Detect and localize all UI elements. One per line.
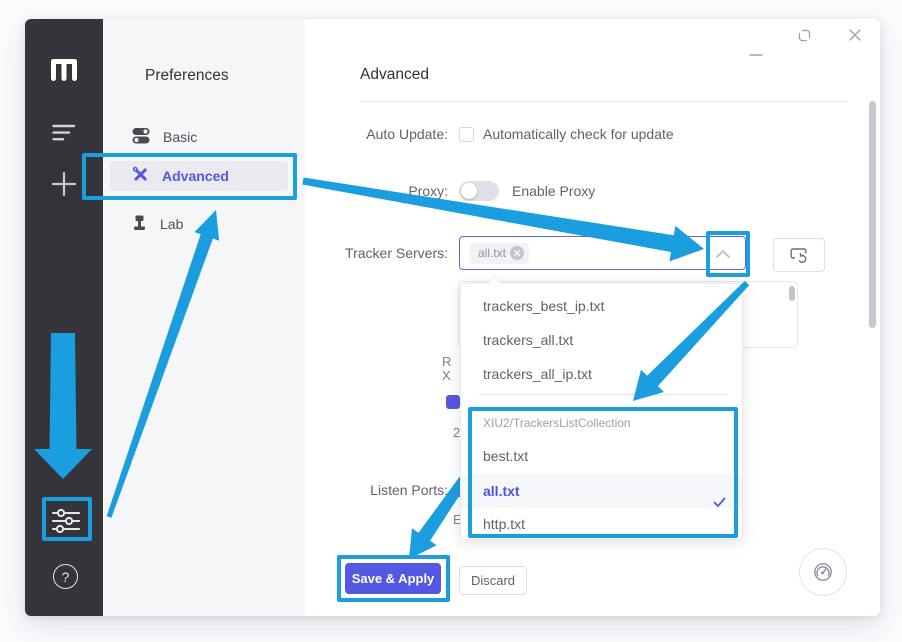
discard-button[interactable]: Discard bbox=[459, 566, 527, 595]
tools-icon bbox=[132, 166, 149, 186]
preferences-title: Preferences bbox=[145, 67, 229, 85]
toggles-icon bbox=[132, 127, 150, 147]
save-apply-button[interactable]: Save & Apply bbox=[345, 563, 441, 594]
motrix-logo-icon bbox=[50, 58, 78, 82]
dropdown-item[interactable]: http.txt bbox=[461, 507, 742, 541]
dropdown-item-label: all.txt bbox=[483, 483, 520, 499]
task-list-icon[interactable] bbox=[52, 124, 76, 142]
auto-update-row: Auto Update: Automatically check for upd… bbox=[280, 122, 674, 146]
nav-item-label: Advanced bbox=[162, 168, 229, 184]
listen-ports-row: Listen Ports: bbox=[280, 478, 459, 502]
tag-close-icon[interactable] bbox=[510, 246, 524, 260]
occluded-checkbox-fragment bbox=[446, 395, 460, 409]
proxy-row: Proxy: Enable Proxy bbox=[280, 179, 595, 203]
proxy-label: Proxy: bbox=[280, 183, 448, 199]
preferences-nav: Preferences Basic bbox=[103, 19, 305, 616]
help-icon[interactable]: ? bbox=[53, 564, 78, 589]
dropdown-item[interactable]: trackers_best_ip.txt bbox=[461, 289, 742, 323]
title-divider bbox=[360, 101, 846, 102]
selected-tracker-tag: all.txt bbox=[470, 243, 529, 264]
nav-item-label: Basic bbox=[163, 129, 197, 145]
dropdown-divider bbox=[479, 394, 726, 395]
auto-update-label: Auto Update: bbox=[280, 126, 448, 142]
nav-item-basic[interactable]: Basic bbox=[110, 122, 288, 152]
minimize-button[interactable] bbox=[748, 46, 764, 62]
textarea-scrollbar[interactable] bbox=[789, 286, 795, 301]
screenshot-canvas: ? Preferences Basic bbox=[0, 0, 902, 642]
dropdown-item[interactable]: trackers_all_ip.txt bbox=[461, 357, 742, 391]
auto-update-checkbox[interactable] bbox=[459, 127, 474, 142]
tag-label: all.txt bbox=[478, 246, 506, 260]
add-task-icon[interactable] bbox=[51, 171, 77, 197]
help-glyph: ? bbox=[62, 569, 70, 585]
app-sidebar: ? bbox=[25, 19, 103, 616]
listen-ports-label: Listen Ports: bbox=[280, 482, 448, 498]
app-window: ? Preferences Basic bbox=[25, 19, 880, 616]
close-button[interactable] bbox=[847, 27, 863, 43]
flask-icon bbox=[132, 215, 147, 234]
occluded-text-fragment: X bbox=[442, 368, 451, 383]
chevron-up-icon[interactable] bbox=[715, 247, 731, 265]
proxy-toggle-label: Enable Proxy bbox=[512, 183, 595, 199]
nav-item-label: Lab bbox=[160, 216, 183, 232]
content-scrollbar[interactable] bbox=[869, 101, 876, 328]
dropdown-group-label: XIU2/TrackersListCollection bbox=[483, 416, 631, 430]
tracker-servers-label: Tracker Servers: bbox=[280, 245, 448, 261]
auto-update-checkbox-label[interactable]: Automatically check for update bbox=[483, 126, 674, 142]
sync-trackers-button[interactable] bbox=[773, 238, 825, 272]
tracker-servers-select[interactable]: all.txt bbox=[459, 236, 746, 270]
dropdown-item-selected[interactable]: all.txt bbox=[461, 474, 742, 508]
preferences-sliders-icon[interactable] bbox=[52, 508, 80, 534]
nav-item-lab[interactable]: Lab bbox=[110, 209, 288, 239]
tracker-dropdown: trackers_best_ip.txt trackers_all.txt tr… bbox=[460, 283, 743, 540]
toggle-knob bbox=[461, 183, 477, 199]
proxy-toggle[interactable] bbox=[459, 181, 499, 201]
occluded-text-fragment: R bbox=[442, 354, 451, 369]
tracker-servers-row: Tracker Servers: all.txt bbox=[280, 233, 746, 273]
speed-limit-button[interactable] bbox=[799, 548, 847, 596]
maximize-button[interactable] bbox=[797, 28, 811, 42]
dropdown-item[interactable]: trackers_all.txt bbox=[461, 323, 742, 357]
page-title: Advanced bbox=[360, 66, 429, 84]
nav-item-advanced[interactable]: Advanced bbox=[110, 161, 288, 191]
dropdown-item[interactable]: best.txt bbox=[461, 439, 742, 473]
